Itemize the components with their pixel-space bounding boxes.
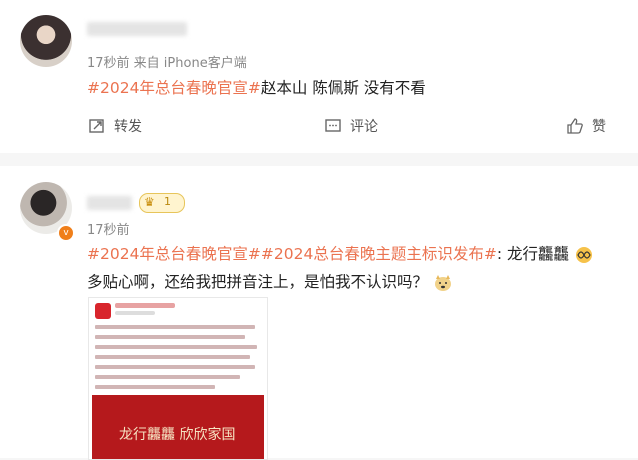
image-header-line [115, 303, 175, 308]
image-text-line [95, 385, 215, 389]
comment-label: 评论 [350, 119, 378, 135]
image-text-line [95, 375, 240, 379]
level-number: 1 [164, 195, 171, 208]
post-text: #2024年总台春晚官宣##2024总台春晚主题主标识发布#: 龙行龘龘 [87, 242, 594, 264]
image-header-line [115, 311, 155, 315]
infinity-emoji-icon [575, 246, 592, 263]
weibo-post-1: 17秒前 来自 iPhone客户端 #2024年总台春晚官宣#赵本山 陈佩斯 没… [0, 0, 638, 153]
repost-icon [89, 119, 104, 133]
post-meta: 17秒前 来自 iPhone客户端 [87, 56, 247, 71]
comment-button[interactable]: 评论 [324, 116, 378, 136]
username-blurred[interactable] [87, 196, 132, 210]
verified-badge-icon: v [57, 224, 75, 242]
image-text-line [95, 335, 245, 339]
image-text-line [95, 365, 255, 369]
like-label: 赞 [592, 119, 606, 135]
hashtag-link[interactable]: #2024年总台春晚官宣# [87, 245, 261, 263]
crown-icon: ♛ [144, 195, 155, 209]
poster-caption: 龙行龘龘 欣欣家国 [119, 427, 236, 443]
doge-emoji-icon [434, 274, 451, 291]
image-text-line [95, 345, 257, 349]
news-logo-icon [95, 303, 111, 319]
repost-label: 转发 [114, 119, 142, 135]
image-text-line [95, 325, 255, 329]
repost-button[interactable]: 转发 [88, 116, 142, 136]
user-level-badge[interactable]: ♛ 1 [139, 193, 185, 213]
thumbs-up-icon [567, 118, 583, 134]
like-button[interactable]: 赞 [566, 116, 606, 136]
post-meta: 17秒前 [87, 223, 130, 238]
post-text: #2024年总台春晚官宣#赵本山 陈佩斯 没有不看 [87, 79, 426, 97]
post-text-line2: 多贴心啊，还给我把拼音注上，是怕我不认识吗？ [87, 270, 453, 292]
comment-icon [325, 119, 341, 132]
avatar[interactable] [20, 15, 72, 67]
hashtag-link[interactable]: #2024总台春晚主题主标识发布# [261, 245, 497, 263]
post-image-thumbnail[interactable]: 龙行龘龘 欣欣家国 [88, 297, 268, 460]
hashtag-link[interactable]: #2024年总台春晚官宣# [87, 79, 261, 97]
image-text-line [95, 355, 250, 359]
username-blurred[interactable] [87, 22, 187, 36]
